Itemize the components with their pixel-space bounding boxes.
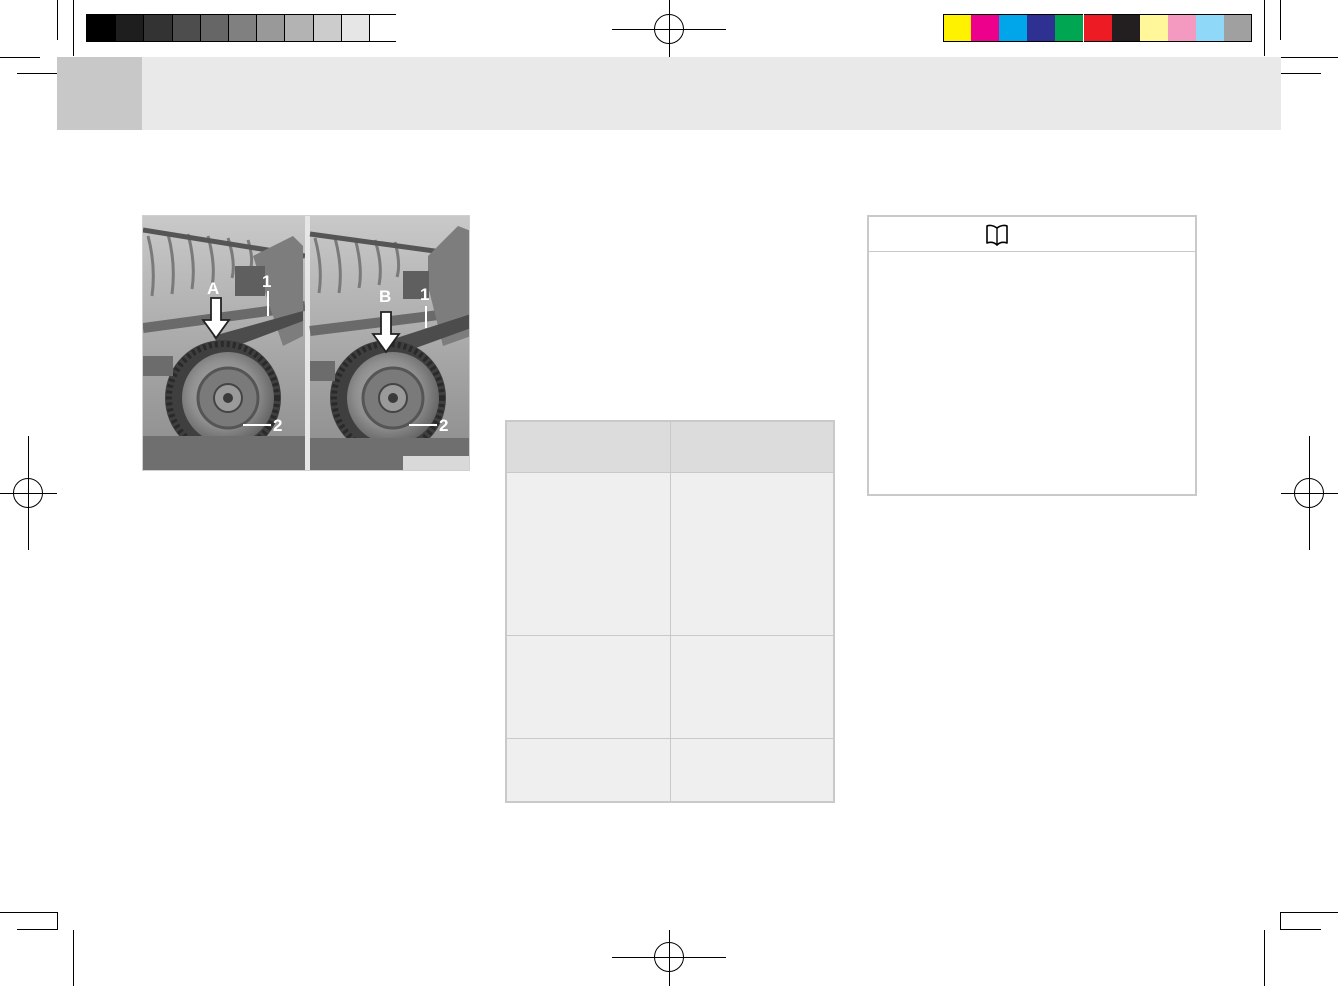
note-box xyxy=(867,215,1197,496)
grayscale-swatch xyxy=(171,15,200,41)
note-box-header xyxy=(869,217,1195,252)
crop-mark xyxy=(1280,912,1281,930)
crop-mark xyxy=(0,912,57,913)
color-swatch xyxy=(1195,14,1224,42)
grayscale-swatch xyxy=(228,15,257,41)
crop-mark xyxy=(73,0,74,56)
table-row-divider xyxy=(507,635,833,636)
callout-number-1: 1 xyxy=(262,272,271,291)
grayscale-swatch xyxy=(115,15,144,41)
color-swatch xyxy=(1027,14,1056,42)
crop-mark xyxy=(1280,0,1281,40)
callout-number-2: 2 xyxy=(439,416,448,435)
color-swatch xyxy=(1224,14,1253,42)
open-book-icon xyxy=(986,224,1008,246)
color-swatch xyxy=(943,14,972,42)
photo-panel-right: B 1 2 xyxy=(309,216,469,470)
crop-mark xyxy=(1281,73,1321,74)
grayscale-swatch xyxy=(256,15,285,41)
color-swatch xyxy=(1055,14,1084,42)
grayscale-swatch xyxy=(340,15,369,41)
figure-belt-pulley: A 1 2 B 1 2 xyxy=(142,215,470,471)
crop-mark xyxy=(57,0,58,40)
grayscale-swatch xyxy=(87,15,116,41)
crop-mark xyxy=(1281,57,1338,58)
photo-panel-left: A 1 2 xyxy=(143,216,306,470)
callout-number-2: 2 xyxy=(273,416,282,435)
color-swatch xyxy=(1139,14,1168,42)
color-swatch xyxy=(1167,14,1196,42)
color-swatch xyxy=(1111,14,1140,42)
chapter-tab xyxy=(57,57,142,130)
crop-mark xyxy=(1281,929,1321,930)
crop-mark xyxy=(17,73,57,74)
spec-table xyxy=(505,420,835,803)
callout-label-b: B xyxy=(379,287,391,306)
color-swatch xyxy=(1083,14,1112,42)
grayscale-swatch xyxy=(284,15,313,41)
table-column-divider xyxy=(670,422,671,801)
callout-number-1: 1 xyxy=(420,285,429,304)
crop-mark xyxy=(0,57,40,58)
table-row-divider xyxy=(507,738,833,739)
crop-mark xyxy=(73,930,74,986)
callout-label-a: A xyxy=(207,279,219,298)
crop-mark xyxy=(57,912,58,930)
crop-mark xyxy=(1264,930,1265,986)
color-swatch xyxy=(999,14,1028,42)
grayscale-swatch xyxy=(369,15,398,41)
crop-mark xyxy=(17,929,57,930)
grayscale-swatch xyxy=(312,15,341,41)
grayscale-swatch xyxy=(199,15,228,41)
grayscale-swatch xyxy=(143,15,172,41)
crop-mark xyxy=(1281,912,1338,913)
crop-mark xyxy=(1264,0,1265,56)
page-header-band xyxy=(57,57,1281,130)
color-swatch xyxy=(971,14,1000,42)
